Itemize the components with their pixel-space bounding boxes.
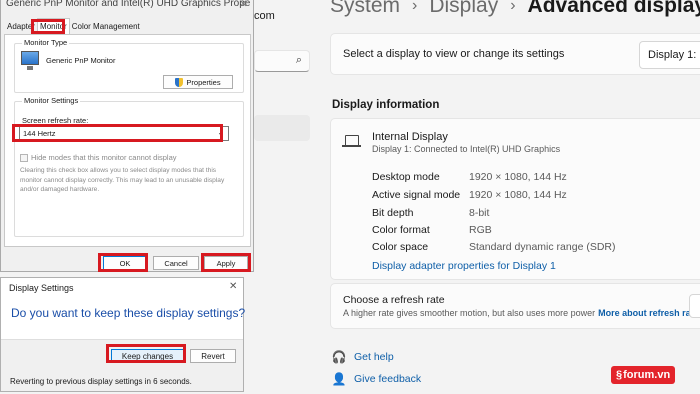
refresh-rate-title: Choose a refresh rate	[343, 294, 445, 306]
logo-mark: §	[616, 369, 623, 381]
refresh-rate-dropdown[interactable]	[689, 294, 700, 318]
close-icon[interactable]: ✕	[239, 0, 247, 10]
page-title: Advanced display	[527, 0, 700, 17]
hide-modes-label: Hide modes that this monitor cannot disp…	[31, 153, 177, 162]
breadcrumb-system[interactable]: System	[330, 0, 400, 18]
refresh-rate-card: Choose a refresh rate A higher rate give…	[330, 283, 700, 329]
info-label: Active signal mode	[372, 189, 461, 201]
refresh-more-link[interactable]: More about refresh rate	[598, 308, 699, 318]
info-label: Bit depth	[372, 207, 414, 219]
display-select-dropdown[interactable]: Display 1: Inte	[639, 41, 700, 69]
info-row: Bit depth 8-bit	[372, 207, 489, 219]
display-subtitle: Display 1: Connected to Intel(R) UHD Gra…	[372, 144, 561, 154]
info-value: 1920 × 1080, 144 Hz	[469, 189, 567, 201]
refresh-rate-value: 144 Hertz	[23, 129, 56, 138]
get-help-link[interactable]: 🎧 Get help	[331, 350, 394, 364]
chevron-right-icon: ›	[510, 0, 516, 14]
give-feedback-link[interactable]: 👤 Give feedback	[331, 372, 422, 386]
info-label: Desktop mode	[372, 171, 440, 183]
info-label: Color format	[372, 224, 430, 236]
keep-changes-button[interactable]: Keep changes	[111, 349, 184, 363]
shield-icon	[175, 77, 184, 87]
dialog-tabs: Adapter Monitor Color Management	[5, 18, 142, 34]
info-row: Desktop mode 1920 × 1080, 144 Hz	[372, 171, 567, 183]
revert-button[interactable]: Revert	[190, 349, 236, 363]
help-icon: 🎧	[331, 350, 347, 364]
info-row: Color format RGB	[372, 224, 492, 236]
refresh-desc-text: A higher rate gives smoother motion, but…	[343, 308, 596, 318]
breadcrumb: System › Display › Advanced display	[330, 0, 700, 18]
monitor-properties-dialog: Generic PnP Monitor and Intel(R) UHD Gra…	[0, 0, 254, 272]
info-value: Standard dynamic range (SDR)	[469, 241, 616, 253]
cancel-button[interactable]: Cancel	[153, 256, 199, 270]
info-row: Active signal mode 1920 × 1080, 144 Hz	[372, 189, 567, 201]
search-icon: ⌕	[295, 54, 302, 66]
info-value: 1920 × 1080, 144 Hz	[469, 171, 567, 183]
dialog-footer: Keep changes Revert Reverting to previou…	[1, 339, 243, 391]
select-display-card: Select a display to view or change its s…	[330, 33, 700, 75]
tab-color-management[interactable]: Color Management	[70, 20, 142, 34]
properties-button[interactable]: Properties	[163, 75, 233, 89]
refresh-rate-label: Screen refresh rate:	[22, 116, 89, 125]
get-help-label: Get help	[354, 351, 394, 363]
checkbox[interactable]	[20, 153, 28, 162]
feedback-icon: 👤	[331, 372, 347, 386]
tab-adapter[interactable]: Adapter	[5, 20, 37, 34]
group-label: Monitor Settings	[22, 96, 81, 105]
countdown-text: Reverting to previous display settings i…	[10, 377, 192, 386]
info-label: Color space	[372, 241, 429, 253]
close-icon[interactable]: ✕	[229, 281, 237, 292]
warning-text: Clearing this check box allows you to se…	[20, 167, 225, 193]
dialog-title: Generic PnP Monitor and Intel(R) UHD Gra…	[6, 0, 251, 9]
group-label: Monitor Type	[22, 38, 70, 47]
display-info-card: Internal Display Display 1: Connected to…	[330, 118, 700, 280]
apply-button[interactable]: Apply	[204, 256, 248, 270]
monitor-tab-panel: Monitor Type Generic PnP Monitor Propert…	[4, 34, 251, 247]
breadcrumb-display[interactable]: Display	[429, 0, 498, 18]
chevron-down-icon: ⌄	[217, 128, 224, 137]
dialog-title: Display Settings	[9, 283, 74, 293]
info-value: RGB	[469, 224, 492, 236]
display-info-heading: Display information	[332, 99, 440, 111]
adapter-properties-link[interactable]: Display adapter properties for Display 1	[372, 260, 556, 272]
refresh-rate-select[interactable]: 144 Hertz ⌄	[19, 126, 229, 141]
nav-selected-item[interactable]	[254, 115, 310, 141]
chevron-right-icon: ›	[412, 0, 418, 14]
select-display-text: Select a display to view or change its s…	[343, 48, 565, 60]
info-value: 8-bit	[469, 207, 490, 219]
give-feedback-label: Give feedback	[354, 373, 422, 385]
hide-modes-checkbox[interactable]: Hide modes that this monitor cannot disp…	[20, 153, 177, 162]
ok-button[interactable]: OK	[103, 256, 147, 270]
monitor-settings-group: Monitor Settings Screen refresh rate: 14…	[14, 96, 244, 237]
monitor-icon	[342, 135, 361, 147]
info-row: Color space Standard dynamic range (SDR)	[372, 241, 615, 253]
watermark-text: forum.vn	[623, 369, 671, 381]
monitor-type-group: Monitor Type Generic PnP Monitor Propert…	[14, 38, 244, 93]
monitor-name: Generic PnP Monitor	[46, 56, 116, 65]
partial-text: com	[254, 10, 275, 22]
refresh-rate-description: A higher rate gives smoother motion, but…	[343, 308, 699, 318]
dialog-question: Do you want to keep these display settin…	[11, 306, 246, 320]
monitor-icon	[21, 51, 39, 70]
watermark-logo: § forum.vn	[611, 366, 676, 384]
tab-monitor[interactable]: Monitor	[37, 18, 70, 34]
settings-search-box[interactable]: ⌕	[254, 50, 310, 72]
properties-label: Properties	[186, 77, 221, 87]
display-name: Internal Display	[372, 131, 448, 143]
display-settings-dialog: Display Settings ✕ Do you want to keep t…	[0, 277, 246, 392]
